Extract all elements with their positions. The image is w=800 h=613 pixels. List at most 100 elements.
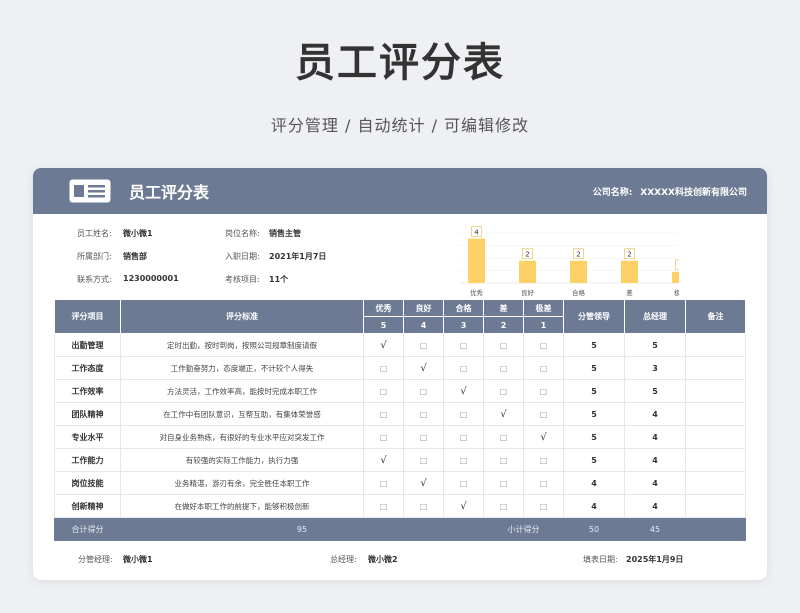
rating-checkbox[interactable]: √ [403,471,444,495]
row-note[interactable] [685,356,746,380]
rating-checkbox[interactable]: □ [363,494,404,518]
rating-checkbox[interactable]: □ [443,402,484,426]
rating-checkbox[interactable]: □ [403,448,444,472]
row-note[interactable] [685,448,746,472]
rating-checkbox[interactable]: □ [523,402,564,426]
rating-checkbox[interactable]: √ [363,448,404,472]
row-note[interactable] [685,402,746,426]
rating-checkbox[interactable]: □ [363,356,404,380]
footer-label: 填表日期: [583,555,618,564]
chart-data-label: 2 [627,251,631,259]
row-manager-score[interactable]: 4 [563,494,625,518]
row-gm-score[interactable]: 3 [624,356,686,380]
rating-checkbox[interactable]: □ [443,448,484,472]
rating-checkbox[interactable]: □ [363,471,404,495]
total-value: 95 [120,517,484,541]
chart-category-label: 优秀 [470,288,484,297]
info-label: 所属部门: [77,252,112,261]
row-gm-score[interactable]: 4 [624,425,686,449]
company-info: 公司名称: XXXXX科技创新有限公司 [593,185,747,198]
row-gm-score[interactable]: 5 [624,333,686,357]
rating-checkbox[interactable]: □ [523,333,564,357]
info-label: 入职日期: [225,252,260,261]
table-row: 专业水平 对自身业务熟练，有很好的专业水平应对突发工作 □ □ □ □ √ 5 4 [54,425,746,449]
rating-checkbox[interactable]: □ [483,448,524,472]
row-criteria: 定时出勤，按时到岗，按照公司规章制度请假 [120,333,364,357]
rating-checkbox[interactable]: √ [443,379,484,403]
rating-checkbox[interactable]: √ [443,494,484,518]
chart-category-label: 极差 [674,288,679,297]
rating-checkbox[interactable]: □ [403,425,444,449]
rating-checkbox[interactable]: □ [443,333,484,357]
rating-checkbox[interactable]: □ [483,356,524,380]
rating-checkbox[interactable]: □ [523,379,564,403]
rating-checkbox[interactable]: □ [403,402,444,426]
rating-checkbox[interactable]: √ [363,333,404,357]
rating-checkbox[interactable]: □ [443,425,484,449]
row-item: 创新精神 [54,494,121,518]
row-manager-score[interactable]: 5 [563,379,625,403]
row-manager-score[interactable]: 5 [563,333,625,357]
row-gm-score[interactable]: 4 [624,471,686,495]
row-gm-score[interactable]: 5 [624,379,686,403]
header-manager: 分管领导 [563,299,625,334]
manager-total: 50 [563,517,625,541]
rating-checkbox[interactable]: □ [363,379,404,403]
row-item: 工作态度 [54,356,121,380]
rating-checkbox[interactable]: □ [443,356,484,380]
gm-total: 45 [624,517,686,541]
row-note[interactable] [685,494,746,518]
footer-label: 总经理: [330,555,357,564]
chart-data-label: 2 [525,251,529,259]
table-row: 出勤管理 定时出勤，按时到岗，按照公司规章制度请假 √ □ □ □ □ 5 5 [54,333,746,357]
row-manager-score[interactable]: 5 [563,402,625,426]
card-header: 员工评分表 公司名称: XXXXX科技创新有限公司 [33,168,767,214]
rating-checkbox[interactable]: □ [443,471,484,495]
rating-checkbox[interactable]: √ [483,402,524,426]
rating-checkbox[interactable]: □ [403,333,444,357]
header-score-5: 5 [363,316,404,334]
row-gm-score[interactable]: 4 [624,402,686,426]
rating-checkbox[interactable]: □ [523,471,564,495]
rating-checkbox[interactable]: □ [523,494,564,518]
rating-checkbox[interactable]: □ [483,333,524,357]
header-level-very-poor: 极差 [523,299,564,317]
row-manager-score[interactable]: 4 [563,471,625,495]
row-note[interactable] [685,379,746,403]
info-value: 1230000001 [123,274,179,283]
page-title: 员工评分表 [295,40,505,86]
row-manager-score[interactable]: 5 [563,425,625,449]
rating-checkbox[interactable]: □ [363,425,404,449]
row-manager-score[interactable]: 5 [563,356,625,380]
chart-bar [519,260,536,283]
rating-checkbox[interactable]: □ [483,425,524,449]
info-value: 销售主管 [269,229,301,238]
chart-bar [570,260,587,283]
table-row: 工作效率 方法灵活，工作效率高，能按时完成本职工作 □ □ √ □ □ 5 5 [54,379,746,403]
row-item: 工作能力 [54,448,121,472]
rating-checkbox[interactable]: □ [523,356,564,380]
rating-checkbox[interactable]: √ [523,425,564,449]
row-manager-score[interactable]: 5 [563,448,625,472]
rating-checkbox[interactable]: □ [483,494,524,518]
rating-checkbox[interactable]: □ [523,448,564,472]
row-note[interactable] [685,333,746,357]
table-row: 团队精神 在工作中有团队意识，互帮互助，有集体荣誉感 □ □ □ √ □ 5 4 [54,402,746,426]
row-note[interactable] [685,471,746,495]
info-value: 11个 [269,275,289,284]
rating-checkbox[interactable]: □ [403,494,444,518]
rating-bar-chart: 4 优秀 2 良好 2 合格 2 差 1 极差 [459,226,679,297]
rating-checkbox[interactable]: □ [483,471,524,495]
header-gm: 总经理 [624,299,686,334]
row-gm-score[interactable]: 4 [624,494,686,518]
footer-value: 微小微2 [368,555,398,564]
row-gm-score[interactable]: 4 [624,448,686,472]
rating-checkbox[interactable]: □ [483,379,524,403]
header-score-1: 1 [523,316,564,334]
rating-checkbox[interactable]: □ [403,379,444,403]
row-note[interactable] [685,425,746,449]
card-title: 员工评分表 [129,183,210,202]
rating-checkbox[interactable]: □ [363,402,404,426]
info-row: 所属部门: 销售部 入职日期: 2021年1月7日 [77,251,397,263]
rating-checkbox[interactable]: √ [403,356,444,380]
